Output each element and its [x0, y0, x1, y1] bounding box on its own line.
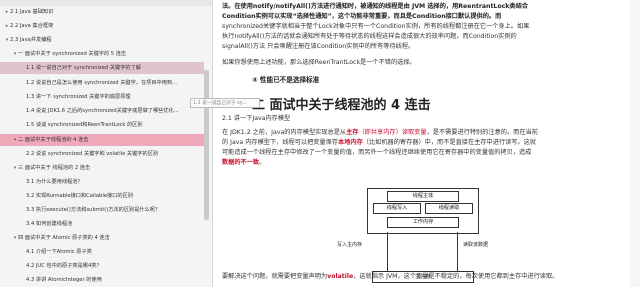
paragraph-line: 数据的不一致。 [222, 159, 266, 166]
outline-item[interactable]: 2.2 说说 synchronized 关键字和 volatile 关键字的区别 [0, 148, 204, 160]
write-main-label: 写入主内存 [337, 242, 363, 248]
arrow-line [457, 232, 458, 272]
subsection-title: 2.1 讲一下Java内存模型 [222, 115, 291, 122]
outline-item[interactable]: ▸ 2.2 Java 集合框架 [0, 20, 204, 32]
outline-item-label: 1.1 说一说自己对于 synchronized 关键字的了解 [26, 65, 141, 71]
section-heading: ④ 性能已不是选择标准 [252, 76, 320, 84]
outline-item[interactable]: ▾ 一 面试中关于 synchronized 关键字的 5 连击 [0, 48, 204, 60]
sidebar-scrollbar[interactable] [204, 70, 209, 220]
outline-item-label: 2.2 Java 集合框架 [10, 23, 54, 29]
outline-item[interactable]: ▾ 二 面试中关于线程池的 4 连击 [0, 134, 204, 146]
outline-item[interactable]: ▸ 2.1 Java 基础知识 [0, 6, 204, 18]
outline-item[interactable]: 3.4 如何创建线程池 [0, 218, 204, 230]
outline-item[interactable]: 1.4 说说 JDK1.6 之后的synchronized关键字底层做了哪些优化… [0, 105, 204, 117]
outline-item-label: 3.3 执行execute()方法和submit()方法的区别是什么呢？ [26, 207, 161, 213]
outline-item[interactable]: 4.3 讲讲 AtomicInteger 的使用 [0, 274, 204, 286]
outline-item-label: 1.4 说说 JDK1.6 之后的synchronized关键字底层做了哪些优化… [26, 108, 179, 114]
outline-item[interactable]: 3.1 为什么要用线程池？ [0, 176, 204, 188]
paragraph-line: 的 Java 内存模型下，线程可以把变量保存本地内存（比如机器的寄存器）中，而不… [222, 139, 537, 146]
outline-item-label: 3.1 为什么要用线程池？ [26, 179, 83, 185]
outline-item-label: 3.2 实现Runnable接口和Callable接口的区别 [26, 193, 133, 199]
outline-item-label: 1.5 谈谈 synchronized和ReenTrantLock 的区别 [26, 122, 143, 128]
outline-item-label: 3.4 如何创建线程池 [26, 221, 73, 227]
work-memory-box: 工作内存 [387, 217, 459, 228]
paragraph-line: signalAll()方法 只会唤醒注册在该Condition实例中的所有等待线… [222, 43, 415, 50]
outline-item[interactable]: 1.2 说说自己是怎么使用 synchronized 关键字，在项目中用到... [0, 77, 204, 89]
outline-item[interactable]: 4.1 介绍一下Atomic 原子类 [0, 246, 204, 258]
outline-item-label: 四 面试中关于 Atomic 原子类的 4 连击 [18, 235, 110, 241]
outline-item-label: 2.3 Java并发编程 [10, 37, 52, 43]
outline-item-label: 三 面试中关于 线程池的 2 连击 [18, 165, 91, 171]
outline-item[interactable]: 3.2 实现Runnable接口和Callable接口的区别 [0, 190, 204, 202]
paragraph-line: Condition实例可以实现“选择性通知”，这个功能非常重要，而且是Condi… [222, 13, 502, 20]
outline-sidebar: ▸ 2.1 Java 基础知识 ▸ 2.2 Java 集合框架 ▾ 2.3 Java并发编… [0, 0, 213, 287]
outline-item-label: 1.2 说说自己是怎么使用 synchronized 关键字，在项目中用到... [26, 80, 178, 86]
paragraph-text: 如果你想使用上述功能，那么选择ReenTrantLock是一个不错的选择。 [222, 59, 416, 66]
paragraph-line: 在 JDK1.2 之前，Java的内存模型实现总是从主存（即共享内存）读取变量，… [222, 129, 538, 136]
read-main-label: 读取该数据 [463, 242, 489, 248]
thread-write-box: 线程写入 [373, 203, 421, 214]
paragraph-line: 可能造成一个线程在主存中修改了一个变量的值，而另外一个线程还继续使用它在寄存器中… [222, 149, 532, 156]
outline-item[interactable]: 1.1 说一说自己对于 synchronized 关键字的了解 [0, 62, 204, 74]
document-scrollbar[interactable] [630, 0, 640, 287]
outline-item[interactable]: ▾ 三 面试中关于 线程池的 2 连击 [0, 162, 204, 174]
outline-item[interactable]: 1.3 讲一下 synchronized 关键字的底层原理 [0, 91, 204, 103]
outline-item-label: 4.1 介绍一下Atomic 原子类 [26, 249, 92, 255]
thread-read-box: 线程读取 [425, 203, 473, 214]
memory-model-diagram: 线程主体 线程写入 线程读取 工作内存 写入主内存 读取该数据 主内存 [317, 183, 567, 283]
outline-item-label: 1.3 讲一下 synchronized 关键字的底层原理 [26, 94, 131, 100]
outline-item-label: 2.1 Java 基础知识 [10, 9, 54, 15]
document-content: 法。在使用notify/notifyAll()方法进行通知时，被通知的线程是由 … [222, 0, 627, 287]
outline-item[interactable]: ▾ 四 面试中关于 Atomic 原子类的 4 连击 [0, 232, 204, 244]
page-heading: 二 面试中关于线程池的 4 连击 [252, 98, 431, 113]
outline-item-label: 一 面试中关于 synchronized 关键字的 5 连击 [18, 51, 127, 57]
outline-item-label: 4.3 讲讲 AtomicInteger 的使用 [26, 277, 102, 283]
outline-item[interactable]: ▾ 2.3 Java并发编程 [0, 34, 204, 46]
paragraph-line: 执行notifyAll()方法的话就会通知所有处于等待状态的线程这样会造成很大的… [222, 33, 517, 40]
paragraph-line: synchronized关键字就相当于整个Lock对象中只有一个Conditio… [222, 23, 530, 30]
outline-item-label: 2.2 说说 synchronized 关键字和 volatile 关键字的区别 [26, 151, 159, 157]
outline-item[interactable]: 1.5 谈谈 synchronized和ReenTrantLock 的区别 [0, 119, 204, 131]
outline-item[interactable]: 4.2 JUC 包中的原子类是哪4类？ [0, 260, 204, 272]
outline-item-label: 4.2 JUC 包中的原子类是哪4类？ [26, 263, 102, 269]
paragraph-line: 法。在使用notify/notifyAll()方法进行通知时，被通知的线程是由 … [222, 3, 528, 10]
hover-tooltip: 1.1 说一说自己对于 sy... [190, 98, 260, 108]
thread-main-box: 线程主体 [387, 191, 459, 202]
outline-item[interactable]: 3.3 执行execute()方法和submit()方法的区别是什么呢？ [0, 204, 204, 216]
paragraph-line: 要解决这个问题，就需要把变量声明为volatile，这就指示 JVM，这个变量是… [222, 273, 559, 280]
arrow-line [387, 232, 388, 272]
outline-item-label: 二 面试中关于线程池的 4 连击 [18, 137, 89, 143]
